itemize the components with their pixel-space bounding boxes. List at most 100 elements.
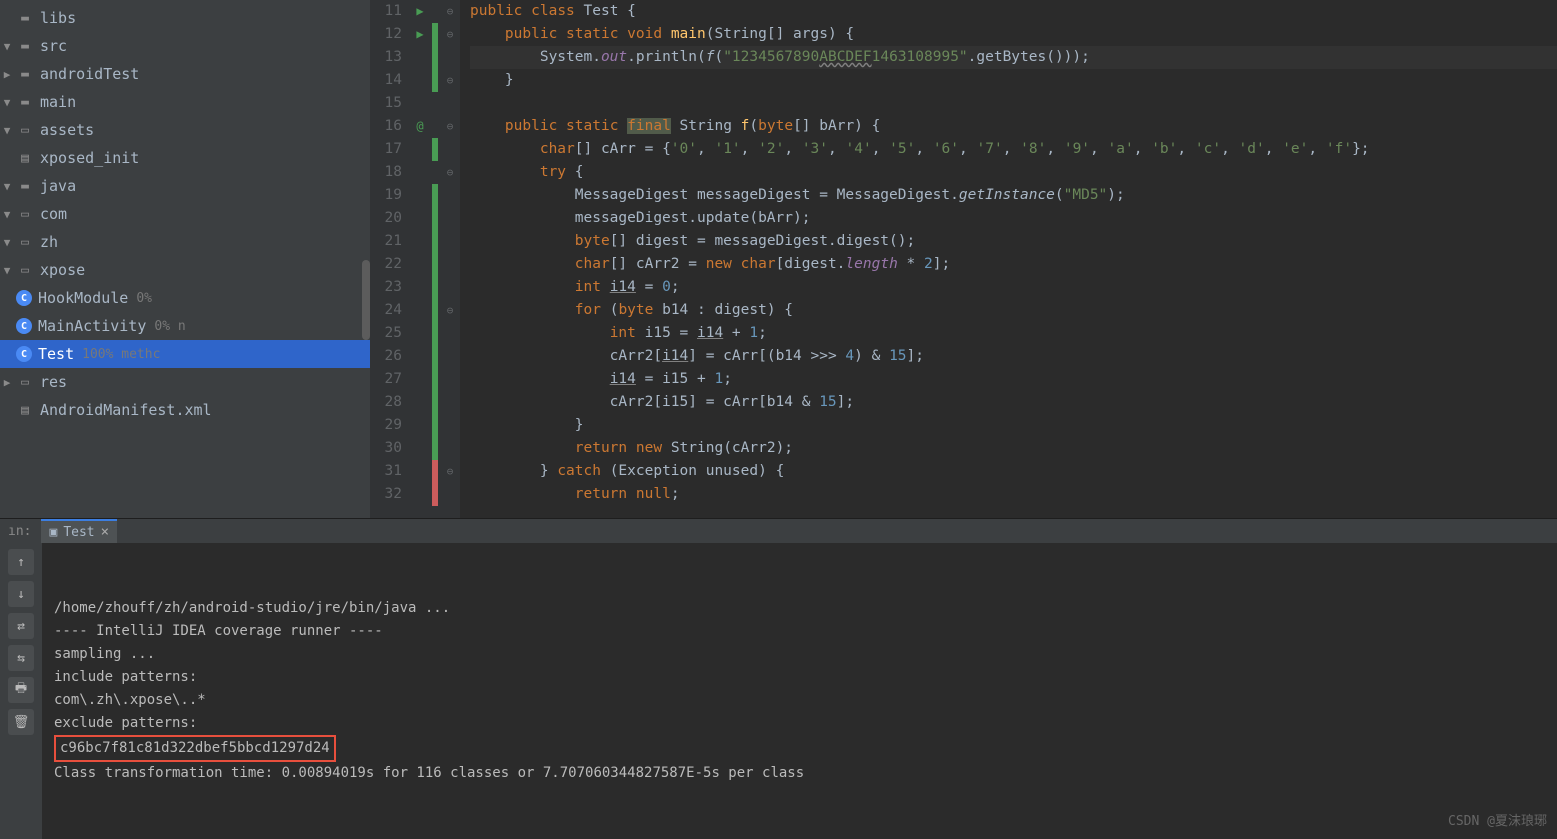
run-console[interactable]: /home/zhouff/zh/android-studio/jre/bin/j… — [42, 543, 1557, 839]
package-icon: ▭ — [16, 234, 34, 250]
console-line: exclude patterns: — [54, 712, 1545, 735]
console-line: include patterns: — [54, 666, 1545, 689]
coverage-suffix: 0% — [136, 291, 152, 306]
 — [410, 276, 430, 299]
tree-item-res[interactable]: ▶▭ res — [0, 368, 370, 396]
run-panel: ın: ▣ Test × ↑ ↓ ⇄ ⇆ 🖶 🗑 /home/zhouff/zh/andr… — [0, 518, 1557, 750]
tree-item-label: HookModule — [38, 289, 128, 307]
run-tabbar-label: ın: — [8, 524, 31, 539]
 — [410, 207, 430, 230]
package-icon: ▭ — [16, 374, 34, 390]
tree-item-label: com — [40, 205, 67, 223]
 — [410, 69, 430, 92]
tree-item-libs[interactable]: ▬ libs — [0, 4, 370, 32]
class-icon: C — [16, 290, 32, 306]
chevron-down-icon[interactable]: ▼ — [0, 236, 14, 249]
chevron-right-icon[interactable]: ▶ — [0, 376, 14, 389]
 — [410, 483, 430, 506]
highlighted-output: c96bc7f81c81d322dbef5bbcd1297d24 — [54, 735, 336, 762]
close-icon[interactable]: × — [101, 524, 109, 540]
run-tabbar: ın: ▣ Test × — [0, 519, 1557, 543]
tree-item-label: src — [40, 37, 67, 55]
run-tool-button[interactable]: ⇄ — [8, 613, 34, 639]
run-gutter[interactable]: ▶▶ @ — [410, 0, 430, 518]
console-line: c96bc7f81c81d322dbef5bbcd1297d24 — [54, 735, 1545, 762]
code-editor[interactable]: 1112131415161718192021222324252627282930… — [370, 0, 1557, 518]
chevron-down-icon[interactable]: ▼ — [0, 180, 14, 193]
chevron-down-icon[interactable]: ▼ — [0, 96, 14, 109]
tree-item-com[interactable]: ▼▭ com — [0, 200, 370, 228]
tree-item-xpose[interactable]: ▼▭xpose — [0, 256, 370, 284]
class-icon: C — [16, 318, 32, 334]
package-icon: ▭ — [16, 206, 34, 222]
tree-item-mainactivity[interactable]: CMainActivity0% n — [0, 312, 370, 340]
console-line: sampling ... — [54, 643, 1545, 666]
folder-icon: ▬ — [16, 66, 34, 82]
folder-icon: ▬ — [16, 10, 34, 26]
class-icon: C — [16, 346, 32, 362]
coverage-suffix: 100% methc — [82, 347, 160, 362]
run-gutter-icon[interactable]: @ — [410, 115, 430, 138]
tree-item-src[interactable]: ▼▬ src — [0, 32, 370, 60]
tree-item-label: res — [40, 373, 67, 391]
chevron-down-icon[interactable]: ▼ — [0, 208, 14, 221]
 — [410, 414, 430, 437]
run-tool-button[interactable]: 🖶 — [8, 677, 34, 703]
tree-item-label: xpose — [40, 261, 85, 279]
run-tab-test[interactable]: ▣ Test × — [41, 519, 117, 543]
run-gutter-icon[interactable]: ▶ — [410, 0, 430, 23]
 — [410, 299, 430, 322]
run-gutter-icon[interactable]: ▶ — [410, 23, 430, 46]
chevron-right-icon[interactable]: ▶ — [0, 68, 14, 81]
line-numbers: 1112131415161718192021222324252627282930… — [370, 0, 410, 518]
folder-icon: ▬ — [16, 38, 34, 54]
run-tool-button[interactable]: ↓ — [8, 581, 34, 607]
tree-item-label: main — [40, 93, 76, 111]
run-tool-button[interactable]: ↑ — [8, 549, 34, 575]
project-tree-sidebar[interactable]: ▬libs▼▬src▶▬androidTest▼▬main▼▭assets▤xp… — [0, 0, 370, 518]
 — [410, 161, 430, 184]
 — [410, 437, 430, 460]
tree-item-label: MainActivity — [38, 317, 146, 335]
tree-item-zh[interactable]: ▼▭ zh — [0, 228, 370, 256]
tree-item-androidmanifest-xml[interactable]: ▤ AndroidManifest.xml — [0, 396, 370, 424]
tree-item-java[interactable]: ▼▬ java — [0, 172, 370, 200]
tree-item-androidtest[interactable]: ▶▬ androidTest — [0, 60, 370, 88]
tree-item-test[interactable]: C Test 100% methc — [0, 340, 370, 368]
chevron-down-icon[interactable]: ▼ — [0, 40, 14, 53]
tree-item-label: java — [40, 177, 76, 195]
run-tool-button[interactable]: ⇆ — [8, 645, 34, 671]
folder-icon: ▬ — [16, 178, 34, 194]
file-icon: ▤ — [16, 150, 34, 166]
 — [410, 230, 430, 253]
file-icon: ▤ — [16, 402, 34, 418]
tree-item-main[interactable]: ▼▬main — [0, 88, 370, 116]
tree-item-assets[interactable]: ▼▭assets — [0, 116, 370, 144]
fold-gutter[interactable]: ⊖⊖⊖⊖⊖⊖⊖ — [440, 0, 460, 518]
 — [410, 138, 430, 161]
watermark: CSDN @夏沫琅琊 — [1448, 810, 1547, 833]
run-tool-button[interactable]: 🗑 — [8, 709, 34, 735]
tree-item-label: zh — [40, 233, 58, 251]
console-line: com\.zh\.xpose\..* — [54, 689, 1545, 712]
terminal-icon: ▣ — [49, 525, 57, 540]
sidebar-scrollbar[interactable] — [362, 260, 370, 340]
run-tab-label: Test — [63, 525, 94, 540]
 — [410, 92, 430, 115]
 — [410, 345, 430, 368]
code-area[interactable]: public class Test { public static void m… — [460, 0, 1557, 518]
tree-item-label: libs — [40, 9, 76, 27]
tree-item-xposed-init[interactable]: ▤xposed_init — [0, 144, 370, 172]
 — [410, 460, 430, 483]
 — [410, 368, 430, 391]
 — [410, 322, 430, 345]
console-line: /home/zhouff/zh/android-studio/jre/bin/j… — [54, 597, 1545, 620]
tree-item-label: androidTest — [40, 65, 139, 83]
tree-item-label: AndroidManifest.xml — [40, 401, 212, 419]
chevron-down-icon[interactable]: ▼ — [0, 124, 14, 137]
tree-item-hookmodule[interactable]: C HookModule 0% — [0, 284, 370, 312]
tree-item-label: Test — [38, 345, 74, 363]
chevron-down-icon[interactable]: ▼ — [0, 264, 14, 277]
package-icon: ▭ — [16, 122, 34, 138]
coverage-gutter — [430, 0, 440, 518]
